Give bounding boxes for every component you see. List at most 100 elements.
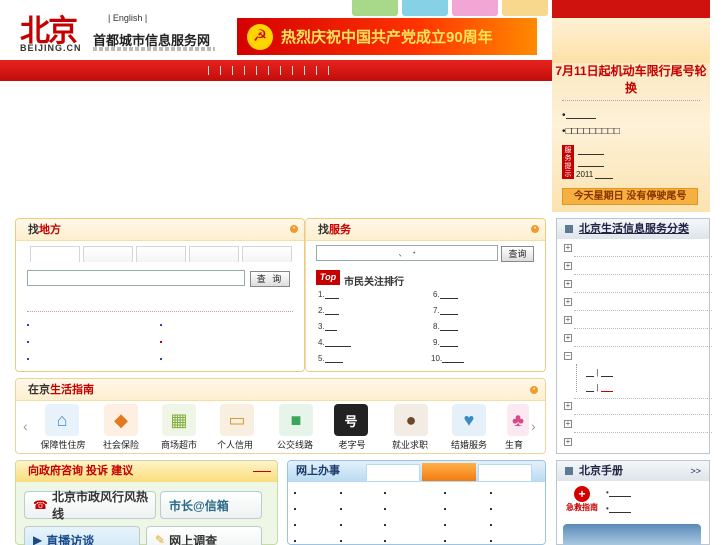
expand-icon[interactable]: + — [564, 334, 572, 342]
expand-icon[interactable]: + — [564, 402, 572, 410]
top-tab-2[interactable] — [402, 0, 448, 16]
online-link-bullet[interactable] — [490, 524, 492, 526]
expand-icon[interactable]: + — [564, 316, 572, 324]
place-link-bullet[interactable] — [27, 341, 29, 343]
online-tab-1[interactable] — [366, 464, 420, 481]
rank-item[interactable]: 4. — [318, 338, 351, 347]
place-link-bullet[interactable] — [160, 358, 162, 360]
life-services-header[interactable]: 北京生活信息服务分类 — [557, 219, 709, 239]
notice-title[interactable]: 7月11日起机动车限行尾号轮换 — [552, 62, 710, 96]
house-icon[interactable]: ⌂ — [45, 404, 79, 436]
place-tab-3[interactable] — [136, 246, 186, 262]
notice-link-1[interactable]: • — [562, 110, 596, 121]
online-link-bullet[interactable] — [340, 524, 342, 526]
scroll-left-arrow-icon[interactable]: ‹ — [23, 418, 28, 434]
no-restriction-today-button[interactable]: 今天星期日 没有停驶尾号 — [562, 188, 698, 205]
online-link-bullet[interactable] — [384, 524, 386, 526]
top-tab-3[interactable] — [452, 0, 498, 16]
place-link-bullet[interactable] — [160, 341, 162, 343]
expand-icon[interactable]: + — [564, 280, 572, 288]
notice-sub-link-1[interactable] — [578, 146, 604, 157]
online-link-bullet[interactable] — [294, 524, 296, 526]
guide-label-marriage[interactable]: 结婚服务 — [439, 438, 499, 451]
mayor-mailbox-button[interactable]: 市长@信箱 — [160, 491, 262, 519]
handbook-link[interactable]: • — [606, 488, 631, 497]
handbook-more-link[interactable]: >> — [690, 461, 701, 481]
more-icon[interactable]: • — [290, 225, 298, 233]
online-link-bullet[interactable] — [444, 492, 446, 494]
online-survey-button[interactable]: ✎ 网上调查 — [146, 526, 262, 545]
top-tab-4[interactable] — [502, 0, 548, 16]
celebration-banner[interactable]: ☭ 热烈庆祝中国共产党成立90周年 — [237, 18, 537, 55]
collapse-icon[interactable]: − — [564, 352, 572, 360]
online-link-bullet[interactable] — [444, 540, 446, 542]
online-link-bullet[interactable] — [490, 492, 492, 494]
online-link-bullet[interactable] — [384, 508, 386, 510]
service-search-button[interactable]: 查询 — [501, 246, 534, 262]
more-icon[interactable]: • — [531, 225, 539, 233]
rank-item[interactable]: 1. — [318, 290, 339, 299]
online-link-bullet[interactable] — [340, 492, 342, 494]
place-link-bullet[interactable] — [160, 324, 162, 326]
online-link-bullet[interactable] — [384, 492, 386, 494]
bus-icon[interactable]: ■ — [279, 404, 313, 436]
id-card-icon[interactable]: ▭ — [220, 404, 254, 436]
guide-label-shopping[interactable]: 商场超市 — [149, 438, 209, 451]
online-link-bullet[interactable] — [294, 508, 296, 510]
rank-item[interactable]: 2. — [318, 306, 339, 315]
rank-item[interactable]: 8. — [433, 322, 458, 331]
stroller-icon[interactable]: ♣ — [507, 404, 529, 436]
live-interview-button[interactable]: ▶ 直播访谈 — [24, 526, 140, 545]
expand-icon[interactable]: + — [564, 262, 572, 270]
online-link-bullet[interactable] — [294, 540, 296, 542]
expand-icon[interactable]: + — [564, 244, 572, 252]
cart-icon[interactable]: ▦ — [162, 404, 196, 436]
place-search-button[interactable]: 查 询 — [250, 271, 290, 287]
online-link-bullet[interactable] — [340, 540, 342, 542]
expand-icon[interactable]: + — [564, 420, 572, 428]
place-link-bullet[interactable] — [27, 324, 29, 326]
laozihao-icon[interactable]: 号 — [334, 404, 368, 436]
rank-item[interactable]: 5. — [318, 354, 343, 363]
guide-label-bus[interactable]: 公交线路 — [265, 438, 325, 451]
online-link-bullet[interactable] — [340, 508, 342, 510]
more-icon[interactable]: • — [530, 386, 538, 394]
rank-item[interactable]: 9. — [433, 338, 458, 347]
online-link-bullet[interactable] — [444, 508, 446, 510]
tree-sub-item[interactable]: | — [586, 383, 613, 392]
place-tab-2[interactable] — [83, 246, 133, 262]
rank-item[interactable]: 10. — [431, 354, 465, 363]
online-link-bullet[interactable] — [490, 508, 492, 510]
handbook-link[interactable]: • — [606, 504, 631, 513]
top-tab-1[interactable] — [352, 0, 398, 16]
rank-item[interactable]: 6. — [433, 290, 458, 299]
online-tab-3[interactable] — [478, 464, 532, 481]
handbook-photo[interactable] — [563, 524, 701, 545]
tree-sub-item[interactable]: | — [586, 368, 613, 377]
scroll-right-arrow-icon[interactable]: › — [531, 418, 536, 434]
guide-label-birth[interactable]: 生育 — [494, 438, 534, 451]
notice-link-2[interactable]: •□□□□□□□□□ — [562, 126, 620, 137]
online-link-bullet[interactable] — [490, 540, 492, 542]
place-tab-1[interactable] — [30, 246, 80, 262]
logo-beijing-en[interactable]: BEIJING.CN — [20, 43, 82, 53]
service-search-input[interactable]: 、 ・ — [316, 245, 498, 261]
guide-label-housing[interactable]: 保障性住房 — [33, 438, 93, 451]
online-link-bullet[interactable] — [384, 540, 386, 542]
place-tab-5[interactable] — [242, 246, 292, 262]
shield-icon[interactable]: ◆ — [104, 404, 138, 436]
online-link-bullet[interactable] — [294, 492, 296, 494]
guide-label-laozihao[interactable]: 老字号 — [322, 438, 382, 451]
place-search-input[interactable] — [27, 270, 245, 286]
notice-sub-link-2[interactable] — [578, 158, 604, 169]
english-link[interactable]: | English | — [108, 13, 147, 23]
guide-label-credit[interactable]: 个人信用 — [205, 438, 265, 451]
place-link-bullet[interactable] — [27, 358, 29, 360]
emergency-guide-link[interactable]: + 急救指南 — [563, 486, 601, 514]
hotline-button[interactable]: ☎ 北京市政风行风热线 — [24, 490, 156, 521]
guide-label-job[interactable]: 就业求职 — [380, 438, 440, 451]
rank-item[interactable]: 3. — [318, 322, 337, 331]
online-link-bullet[interactable] — [444, 524, 446, 526]
place-tab-4[interactable] — [189, 246, 239, 262]
expand-icon[interactable]: + — [564, 438, 572, 446]
